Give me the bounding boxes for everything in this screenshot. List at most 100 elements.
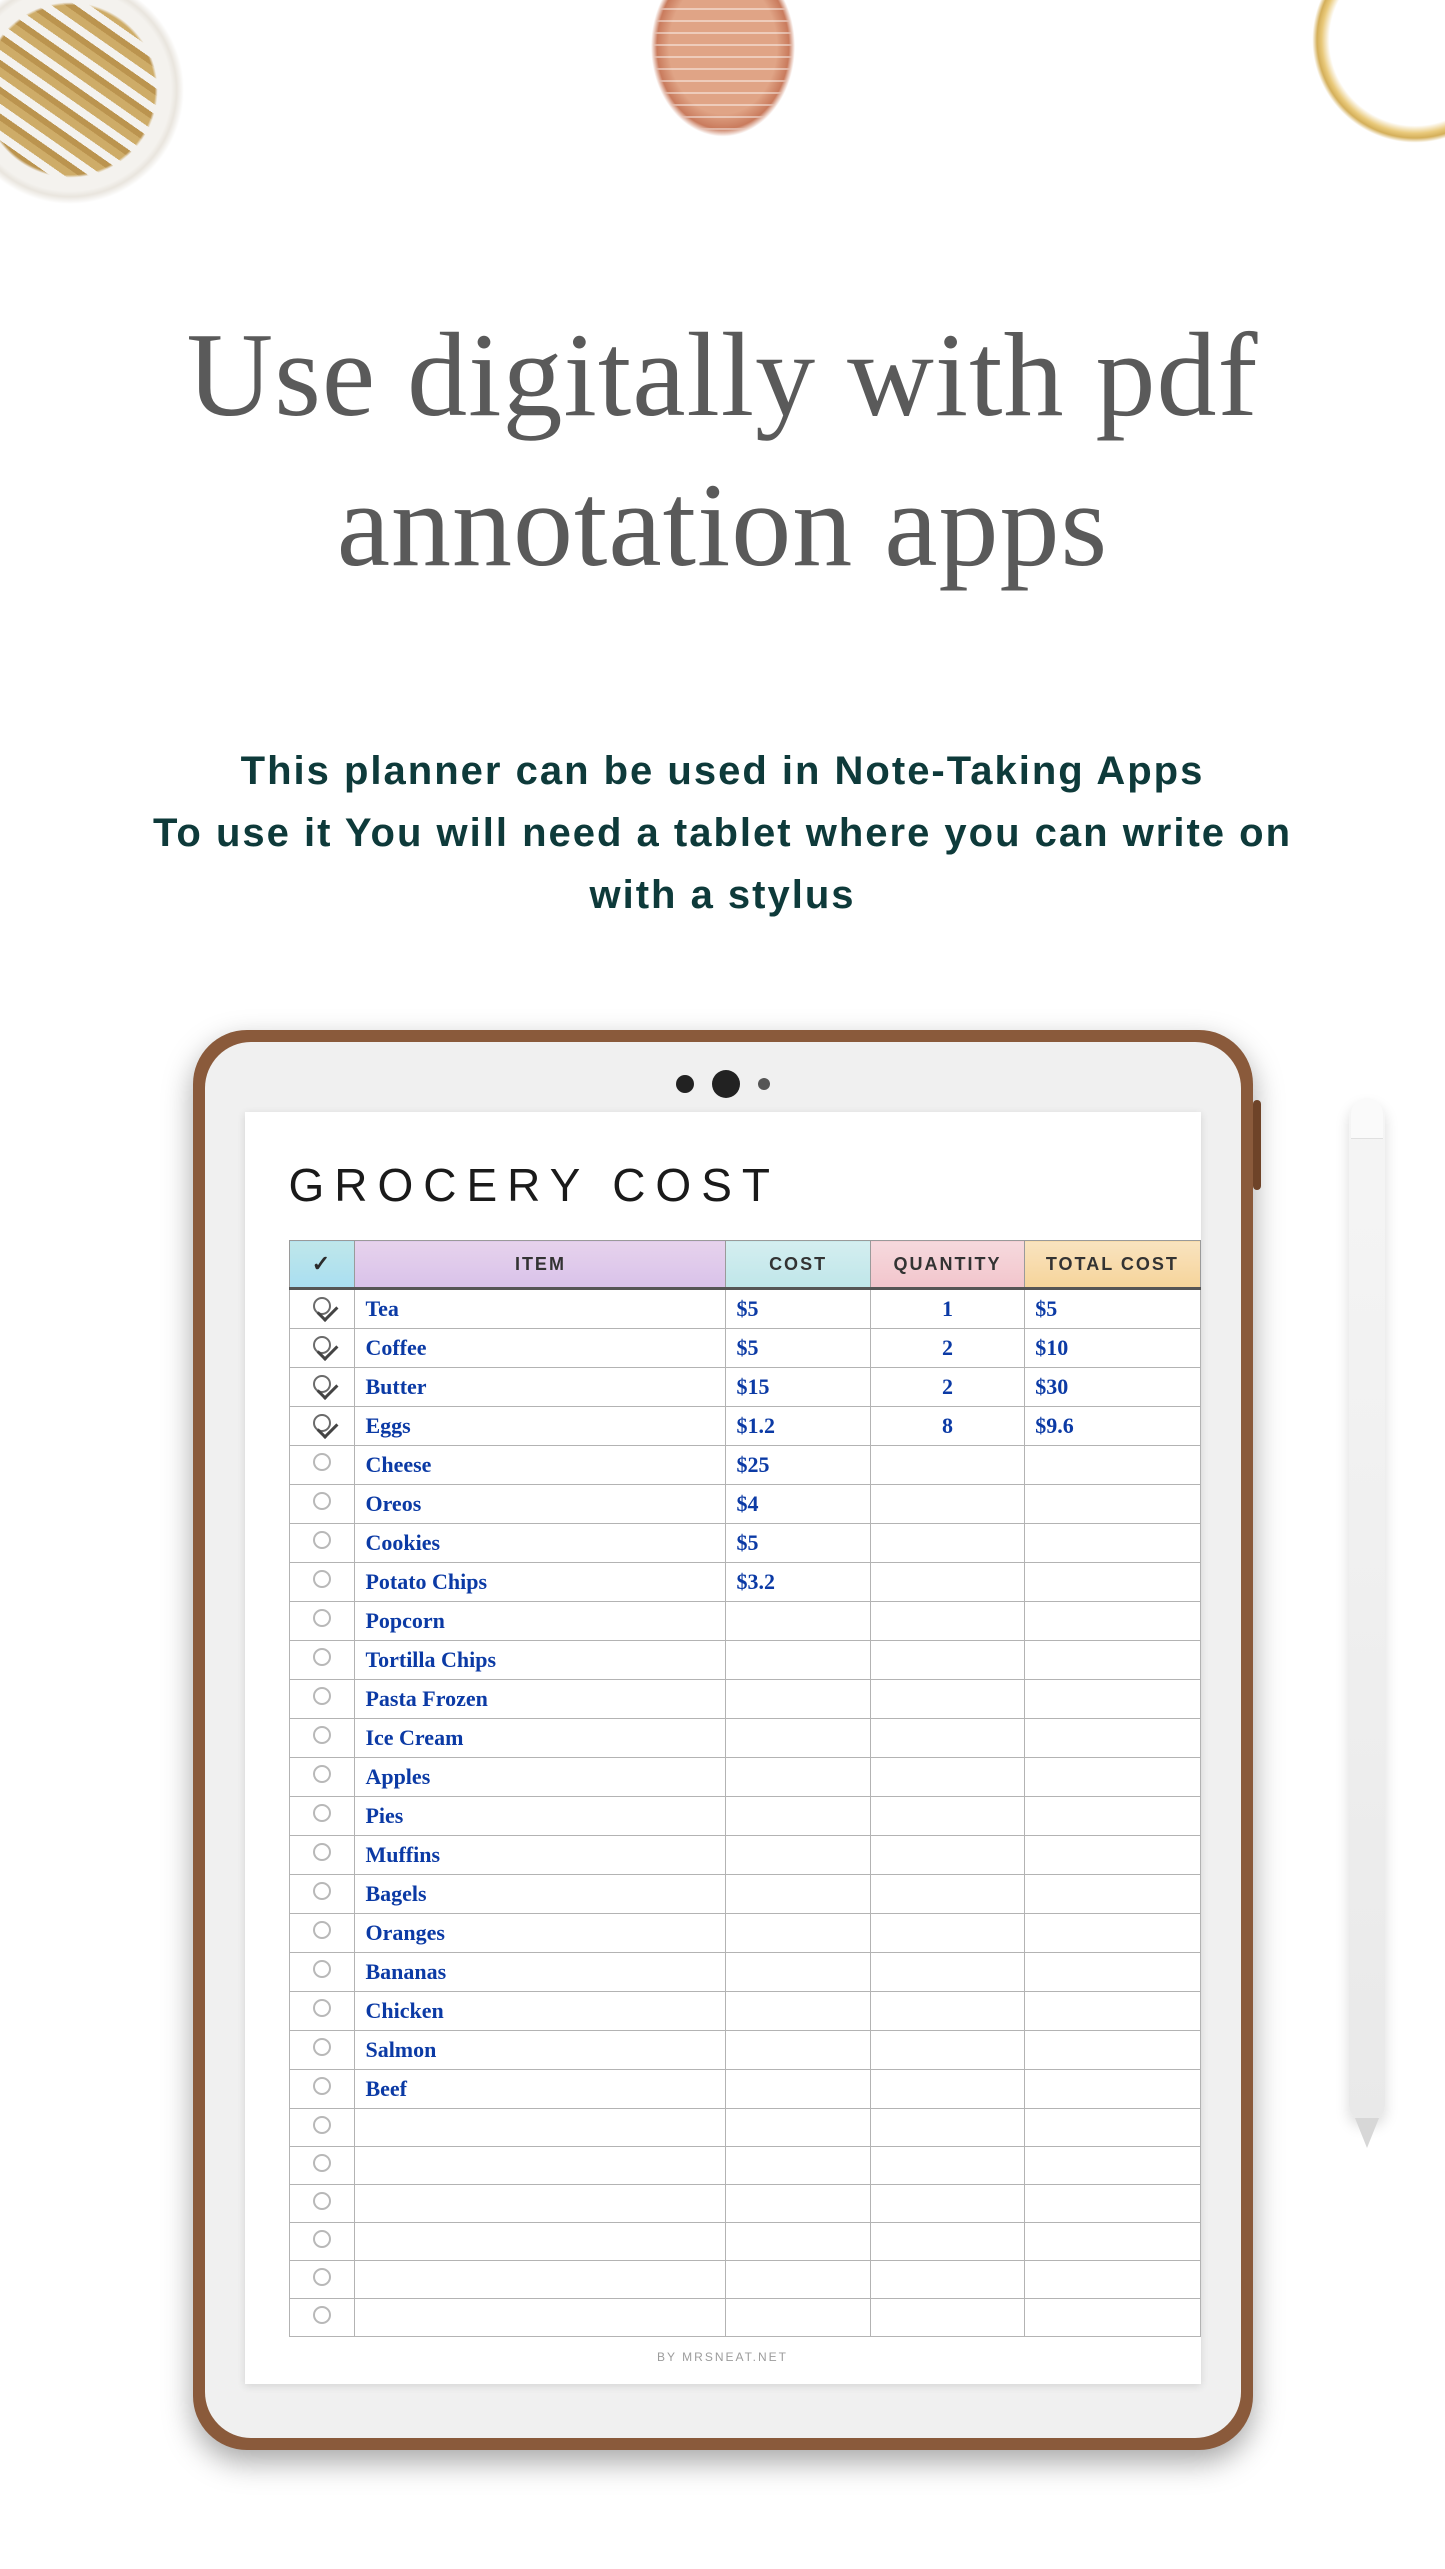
cell-total[interactable] <box>1025 1680 1200 1719</box>
cell-item[interactable] <box>355 2261 726 2299</box>
cell-quantity[interactable] <box>870 2261 1025 2299</box>
cell-quantity[interactable] <box>870 1797 1025 1836</box>
cell-check[interactable] <box>289 1836 355 1875</box>
cell-cost[interactable]: $1.2 <box>726 1407 870 1446</box>
cell-cost[interactable] <box>726 1680 870 1719</box>
cell-check[interactable] <box>289 1914 355 1953</box>
cell-item[interactable]: Salmon <box>355 2031 726 2070</box>
cell-quantity[interactable] <box>870 1719 1025 1758</box>
cell-cost[interactable] <box>726 1602 870 1641</box>
cell-item[interactable]: Potato Chips <box>355 1563 726 1602</box>
cell-total[interactable] <box>1025 2223 1200 2261</box>
cell-check[interactable] <box>289 1329 355 1368</box>
cell-item[interactable]: Chicken <box>355 1992 726 2031</box>
cell-total[interactable] <box>1025 2070 1200 2109</box>
cell-quantity[interactable] <box>870 1758 1025 1797</box>
cell-item[interactable]: Muffins <box>355 1836 726 1875</box>
cell-quantity[interactable] <box>870 1992 1025 2031</box>
cell-check[interactable] <box>289 1992 355 2031</box>
checkbox-checked-icon[interactable] <box>313 1414 331 1432</box>
cell-cost[interactable]: $4 <box>726 1485 870 1524</box>
cell-item[interactable]: Beef <box>355 2070 726 2109</box>
cell-cost[interactable] <box>726 1641 870 1680</box>
cell-check[interactable] <box>289 1680 355 1719</box>
cell-check[interactable] <box>289 1289 355 1329</box>
cell-quantity[interactable] <box>870 2031 1025 2070</box>
cell-total[interactable] <box>1025 1563 1200 1602</box>
cell-quantity[interactable]: 2 <box>870 1368 1025 1407</box>
cell-cost[interactable]: $25 <box>726 1446 870 1485</box>
checkbox-empty-icon[interactable] <box>313 1921 331 1939</box>
cell-total[interactable]: $5 <box>1025 1289 1200 1329</box>
cell-check[interactable] <box>289 1797 355 1836</box>
cell-cost[interactable]: $5 <box>726 1289 870 1329</box>
cell-check[interactable] <box>289 1758 355 1797</box>
checkbox-checked-icon[interactable] <box>313 1297 331 1315</box>
cell-total[interactable] <box>1025 2147 1200 2185</box>
cell-cost[interactable] <box>726 1797 870 1836</box>
cell-total[interactable] <box>1025 1953 1200 1992</box>
cell-quantity[interactable] <box>870 1485 1025 1524</box>
checkbox-empty-icon[interactable] <box>313 1999 331 2017</box>
cell-item[interactable]: Bananas <box>355 1953 726 1992</box>
cell-cost[interactable]: $5 <box>726 1329 870 1368</box>
cell-total[interactable]: $10 <box>1025 1329 1200 1368</box>
checkbox-checked-icon[interactable] <box>313 1336 331 1354</box>
cell-check[interactable] <box>289 1602 355 1641</box>
cell-check[interactable] <box>289 2261 355 2299</box>
cell-check[interactable] <box>289 2223 355 2261</box>
cell-cost[interactable] <box>726 2031 870 2070</box>
cell-quantity[interactable] <box>870 1836 1025 1875</box>
cell-total[interactable] <box>1025 1836 1200 1875</box>
checkbox-empty-icon[interactable] <box>313 1492 331 1510</box>
cell-quantity[interactable] <box>870 1641 1025 1680</box>
cell-item[interactable]: Eggs <box>355 1407 726 1446</box>
cell-item[interactable]: Tortilla Chips <box>355 1641 726 1680</box>
cell-quantity[interactable] <box>870 1914 1025 1953</box>
cell-total[interactable] <box>1025 2185 1200 2223</box>
cell-cost[interactable] <box>726 2147 870 2185</box>
cell-item[interactable] <box>355 2147 726 2185</box>
cell-total[interactable] <box>1025 1875 1200 1914</box>
cell-quantity[interactable] <box>870 1680 1025 1719</box>
checkbox-empty-icon[interactable] <box>313 2230 331 2248</box>
cell-quantity[interactable] <box>870 2147 1025 2185</box>
checkbox-empty-icon[interactable] <box>313 1570 331 1588</box>
cell-check[interactable] <box>289 1875 355 1914</box>
cell-cost[interactable] <box>726 2070 870 2109</box>
cell-quantity[interactable] <box>870 2223 1025 2261</box>
cell-check[interactable] <box>289 1368 355 1407</box>
cell-check[interactable] <box>289 1407 355 1446</box>
cell-cost[interactable] <box>726 1914 870 1953</box>
checkbox-empty-icon[interactable] <box>313 2116 331 2134</box>
checkbox-empty-icon[interactable] <box>313 1648 331 1666</box>
checkbox-empty-icon[interactable] <box>313 2268 331 2286</box>
cell-quantity[interactable] <box>870 1602 1025 1641</box>
checkbox-empty-icon[interactable] <box>313 1453 331 1471</box>
cell-total[interactable] <box>1025 2299 1200 2337</box>
cell-cost[interactable] <box>726 1992 870 2031</box>
cell-item[interactable]: Butter <box>355 1368 726 1407</box>
cell-cost[interactable] <box>726 2223 870 2261</box>
cell-item[interactable]: Oranges <box>355 1914 726 1953</box>
cell-total[interactable] <box>1025 1446 1200 1485</box>
checkbox-checked-icon[interactable] <box>313 1375 331 1393</box>
cell-cost[interactable] <box>726 1875 870 1914</box>
cell-cost[interactable] <box>726 2185 870 2223</box>
checkbox-empty-icon[interactable] <box>313 2038 331 2056</box>
cell-item[interactable] <box>355 2223 726 2261</box>
cell-total[interactable]: $9.6 <box>1025 1407 1200 1446</box>
checkbox-empty-icon[interactable] <box>313 1960 331 1978</box>
cell-item[interactable]: Apples <box>355 1758 726 1797</box>
cell-check[interactable] <box>289 1524 355 1563</box>
cell-cost[interactable] <box>726 2261 870 2299</box>
checkbox-empty-icon[interactable] <box>313 1687 331 1705</box>
checkbox-empty-icon[interactable] <box>313 1609 331 1627</box>
cell-cost[interactable] <box>726 2299 870 2337</box>
cell-cost[interactable]: $5 <box>726 1524 870 1563</box>
checkbox-empty-icon[interactable] <box>313 1531 331 1549</box>
checkbox-empty-icon[interactable] <box>313 2306 331 2324</box>
checkbox-empty-icon[interactable] <box>313 1765 331 1783</box>
cell-total[interactable] <box>1025 1797 1200 1836</box>
cell-check[interactable] <box>289 1953 355 1992</box>
